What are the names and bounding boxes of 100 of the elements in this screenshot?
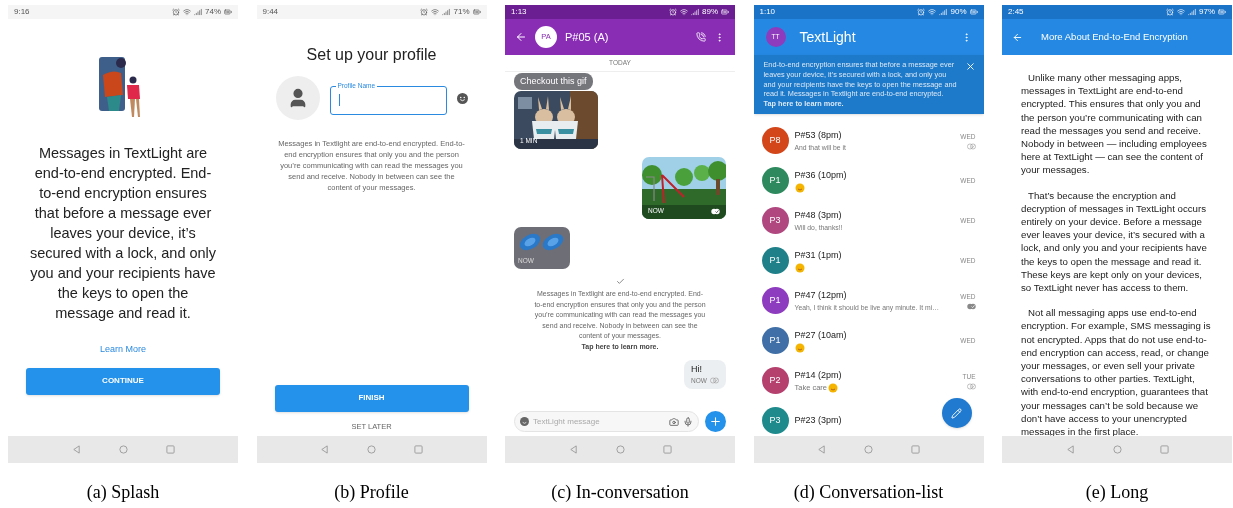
battery-percent: 71% bbox=[453, 6, 470, 18]
status-time: 1:13 bbox=[511, 6, 527, 18]
body-paragraph: Not all messaging apps use end-to-end encryption. For example, SMS messaging is not encrypted. Apps that do not use end-to-end encryption can access, read, or change your messages, or even sell your private conversations to other parties. TextLight, with end-to-end encryption, guarantees that your messages can’t be sold because we don’t have access to your unencrypted messages in the first place. bbox=[1021, 306, 1212, 439]
conversation-name: P#36 (10pm) bbox=[794, 168, 848, 182]
pencil-icon bbox=[951, 407, 962, 419]
recents-icon[interactable] bbox=[911, 445, 920, 454]
check-icon bbox=[615, 277, 625, 286]
message-text: Hi! bbox=[691, 362, 704, 376]
alarm-icon bbox=[172, 8, 180, 16]
contact-avatar: P1 bbox=[761, 287, 789, 315]
smiley-icon[interactable] bbox=[520, 417, 529, 426]
contact-avatar: P3 bbox=[761, 407, 789, 435]
app-title: TextLight bbox=[799, 27, 856, 47]
back-arrow-icon[interactable] bbox=[515, 31, 527, 43]
microphone-icon[interactable] bbox=[683, 416, 693, 427]
contact-avatar: P3 bbox=[761, 207, 789, 235]
recents-icon[interactable] bbox=[165, 445, 175, 454]
recents-icon[interactable] bbox=[1159, 445, 1169, 454]
recents-icon[interactable] bbox=[662, 445, 672, 454]
alarm-icon bbox=[917, 8, 926, 16]
home-icon[interactable] bbox=[367, 445, 376, 454]
body-paragraph: That’s because the encryption and decryption of messages in TextLight occurs entirely on your device. Before a message ever leaves your device, it’s secured with a lock, and only you and your recipients have the keys to open the message and read it. These keys are kept only on your devices, so TextLight never has access to them. bbox=[1021, 188, 1208, 295]
back-icon[interactable] bbox=[817, 445, 826, 454]
signal-icon bbox=[194, 8, 202, 16]
contact-avatar: P1 bbox=[761, 247, 789, 275]
contact-avatar: P2 bbox=[761, 367, 789, 395]
figure-caption: (d) Conversation-list bbox=[793, 481, 944, 504]
emoji-icon bbox=[794, 182, 805, 193]
back-icon[interactable] bbox=[1065, 445, 1075, 454]
battery-icon bbox=[721, 8, 729, 16]
emoji-icon bbox=[828, 382, 839, 393]
figure-caption: (e) Long bbox=[1085, 481, 1149, 504]
message-input-field[interactable]: TextLight message bbox=[533, 415, 665, 428]
intro-message: Messages in TextLight are end-to-end encrypted. End-to-end encryption ensures that before a message ever leaves your device, it’s secured with a lock, and only you and your recipients have the keys to open the message and read it. bbox=[28, 144, 218, 323]
plus-icon bbox=[709, 415, 722, 428]
back-arrow-icon[interactable] bbox=[1012, 31, 1023, 43]
home-icon[interactable] bbox=[864, 445, 873, 454]
back-icon[interactable] bbox=[568, 445, 578, 454]
home-icon[interactable] bbox=[1112, 445, 1122, 454]
page-title: More About End-to-End Encryption bbox=[1041, 29, 1188, 44]
contact-name: P#05 (A) bbox=[565, 29, 609, 45]
signal-icon bbox=[939, 8, 948, 16]
alarm-icon bbox=[420, 8, 429, 16]
recents-icon[interactable] bbox=[414, 445, 423, 454]
message-composer[interactable]: TextLight message bbox=[514, 411, 699, 432]
encryption-banner[interactable] bbox=[753, 55, 984, 114]
battery-percent: 90% bbox=[950, 6, 967, 18]
avatar-placeholder[interactable] bbox=[275, 76, 320, 120]
continue-button[interactable]: CONTINUE bbox=[26, 367, 220, 395]
wifi-icon bbox=[680, 8, 688, 16]
battery-icon bbox=[1218, 8, 1226, 16]
camera-icon[interactable] bbox=[669, 416, 679, 427]
conversation-name: P#31 (1pm) bbox=[794, 248, 843, 262]
learn-more-link[interactable]: Learn More bbox=[100, 343, 146, 357]
conversation-name: P#53 (8pm) bbox=[794, 129, 843, 143]
wifi-icon bbox=[431, 8, 440, 16]
conversation-name: P#47 (12pm) bbox=[794, 289, 848, 303]
finish-button[interactable]: FINISH bbox=[274, 384, 469, 412]
conversation-name: P#27 (10am) bbox=[794, 328, 848, 342]
back-icon[interactable] bbox=[320, 445, 329, 454]
alarm-icon bbox=[1166, 8, 1174, 16]
wifi-icon bbox=[183, 8, 191, 16]
conversation-name: P#23 (3pm) bbox=[794, 414, 843, 428]
emoji-icon bbox=[794, 342, 805, 353]
close-icon[interactable] bbox=[964, 61, 976, 72]
smiley-icon[interactable] bbox=[456, 92, 468, 104]
body-paragraph: Unlike many other messaging apps, messages in TextLight are end-to-end encrypted. This ensures that only you and the person you’re communicating with can read the messages you send and receive. Nobody in between — including employees here at TextLight — can see the content of your messages. bbox=[1021, 71, 1208, 177]
home-icon[interactable] bbox=[615, 445, 625, 454]
figure-caption: (b) Profile bbox=[334, 481, 409, 504]
status-time: 1:10 bbox=[759, 6, 776, 18]
alarm-icon bbox=[669, 8, 677, 16]
text-cursor bbox=[338, 93, 340, 106]
message-bubble: Checkout this gif bbox=[514, 72, 593, 91]
home-icon[interactable] bbox=[118, 445, 128, 454]
signal-icon bbox=[442, 8, 451, 16]
battery-percent: 97% bbox=[1199, 6, 1215, 18]
battery-icon bbox=[472, 8, 481, 16]
contact-avatar: P8 bbox=[761, 127, 789, 155]
status-time: 2:45 bbox=[1008, 6, 1024, 18]
battery-percent: 74% bbox=[205, 6, 221, 18]
signal-icon bbox=[691, 8, 699, 16]
status-time: 9:44 bbox=[262, 6, 279, 18]
emoji-icon bbox=[794, 262, 805, 273]
contact-avatar: P1 bbox=[761, 167, 789, 195]
contact-avatar: P1 bbox=[761, 327, 789, 355]
battery-icon bbox=[969, 8, 978, 16]
status-time: 9:16 bbox=[14, 6, 30, 18]
wifi-icon bbox=[928, 8, 937, 16]
conversation-name: P#14 (2pm) bbox=[794, 368, 843, 382]
compose-button[interactable] bbox=[941, 398, 972, 428]
profile-title: Set up your profile bbox=[306, 45, 437, 65]
signal-icon bbox=[1188, 8, 1196, 16]
battery-percent: 89% bbox=[702, 6, 718, 18]
attach-button[interactable] bbox=[705, 411, 726, 432]
battery-icon bbox=[224, 8, 232, 16]
phone-icon[interactable] bbox=[696, 32, 706, 42]
back-icon[interactable] bbox=[71, 445, 81, 454]
figure-caption: (c) In-conversation bbox=[551, 481, 689, 504]
wifi-icon bbox=[1177, 8, 1185, 16]
figure-caption: (a) Splash bbox=[86, 481, 160, 504]
